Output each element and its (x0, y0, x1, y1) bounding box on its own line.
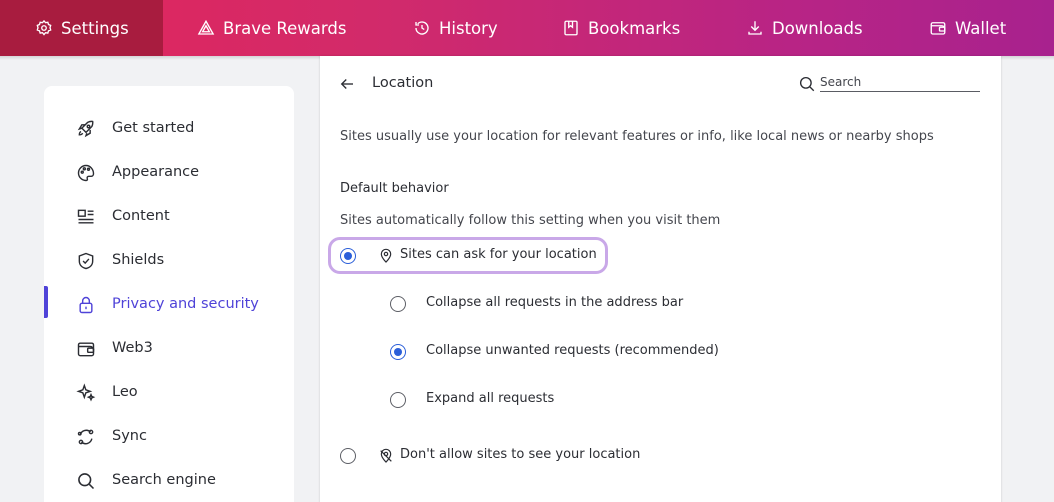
tab-brave-rewards[interactable]: Brave Rewards (163, 0, 378, 56)
sidebar-item-label: Shields (112, 252, 165, 268)
sidebar-item-search-engine[interactable]: Search engine (44, 460, 294, 500)
shield-icon (75, 250, 97, 272)
tab-wallet[interactable]: Wallet (895, 0, 1054, 56)
sparkle-icon (75, 382, 97, 404)
sidebar-item-leo[interactable]: Leo (44, 372, 294, 412)
sidebar-item-label: Content (112, 208, 170, 224)
tab-wallet-label: Wallet (955, 18, 1007, 38)
tab-bookmarks[interactable]: Bookmarks (528, 0, 711, 56)
block-location-label: Don't allow sites to see your location (400, 447, 641, 462)
radio-collapse-unwanted[interactable] (390, 344, 406, 360)
collapse-all-label: Collapse all requests in the address bar (426, 295, 684, 310)
gear-icon (35, 19, 53, 37)
history-icon (413, 19, 431, 37)
search-icon (75, 470, 97, 492)
search-input[interactable] (820, 72, 980, 92)
tab-brave-rewards-label: Brave Rewards (223, 18, 347, 38)
tab-bookmarks-label: Bookmarks (588, 18, 681, 38)
triangle-icon (197, 19, 215, 37)
radio-ask-location[interactable] (340, 248, 356, 264)
default-behavior-title: Default behavior (340, 181, 449, 196)
wallet-icon (929, 19, 947, 37)
radio-block-location[interactable] (340, 448, 356, 464)
sidebar-item-web3[interactable]: Web3 (44, 328, 294, 368)
sidebar-item-privacy-and-security[interactable]: Privacy and security (44, 284, 294, 324)
tab-settings-label: Settings (61, 18, 129, 38)
location-description: Sites usually use your location for rele… (340, 129, 934, 144)
sidebar-item-label: Search engine (112, 472, 216, 488)
sidebar-item-get-started[interactable]: Get started (44, 108, 294, 148)
lock-icon (75, 294, 97, 316)
page-title: Location (372, 75, 434, 91)
sidebar-item-label: Appearance (112, 164, 200, 180)
tab-history-label: History (439, 18, 498, 38)
expand-all-label: Expand all requests (426, 391, 555, 406)
palette-icon (75, 162, 97, 184)
bookmark-icon (562, 19, 580, 37)
tab-downloads-label: Downloads (772, 18, 863, 38)
sidebar-item-label: Get started (112, 120, 195, 136)
sync-icon (75, 426, 97, 448)
radio-collapse-all[interactable] (390, 296, 406, 312)
sidebar-item-label: Privacy and security (112, 296, 259, 312)
sidebar-item-sync[interactable]: Sync (44, 416, 294, 456)
sidebar-item-label: Web3 (112, 340, 153, 356)
tab-settings[interactable]: Settings (0, 0, 163, 56)
location-pin-icon (378, 248, 394, 264)
sidebar-item-shields[interactable]: Shields (44, 240, 294, 280)
sidebar-item-label: Leo (112, 384, 138, 400)
search-icon (798, 75, 816, 93)
sidebar-item-label: Sync (112, 428, 147, 444)
sidebar-item-appearance[interactable]: Appearance (44, 152, 294, 192)
download-icon (746, 19, 764, 37)
tab-history[interactable]: History (378, 0, 528, 56)
rocket-icon (75, 118, 97, 140)
back-arrow-icon[interactable] (338, 74, 356, 94)
location-settings-panel (320, 56, 1001, 502)
default-behavior-subtitle: Sites automatically follow this setting … (340, 213, 721, 228)
location-off-icon (378, 448, 394, 464)
sidebar-item-content[interactable]: Content (44, 196, 294, 236)
ask-location-label: Sites can ask for your location (400, 247, 597, 262)
collapse-unwanted-label: Collapse unwanted requests (recommended) (426, 343, 719, 358)
content-icon (75, 206, 97, 228)
radio-expand-all[interactable] (390, 392, 406, 408)
wallet-icon (75, 338, 97, 360)
settings-sidebar: Get started Appearance Content Shields P… (44, 86, 294, 502)
tab-downloads[interactable]: Downloads (711, 0, 895, 56)
top-nav-bar: Settings Brave Rewards History Bookmarks… (0, 0, 1054, 56)
